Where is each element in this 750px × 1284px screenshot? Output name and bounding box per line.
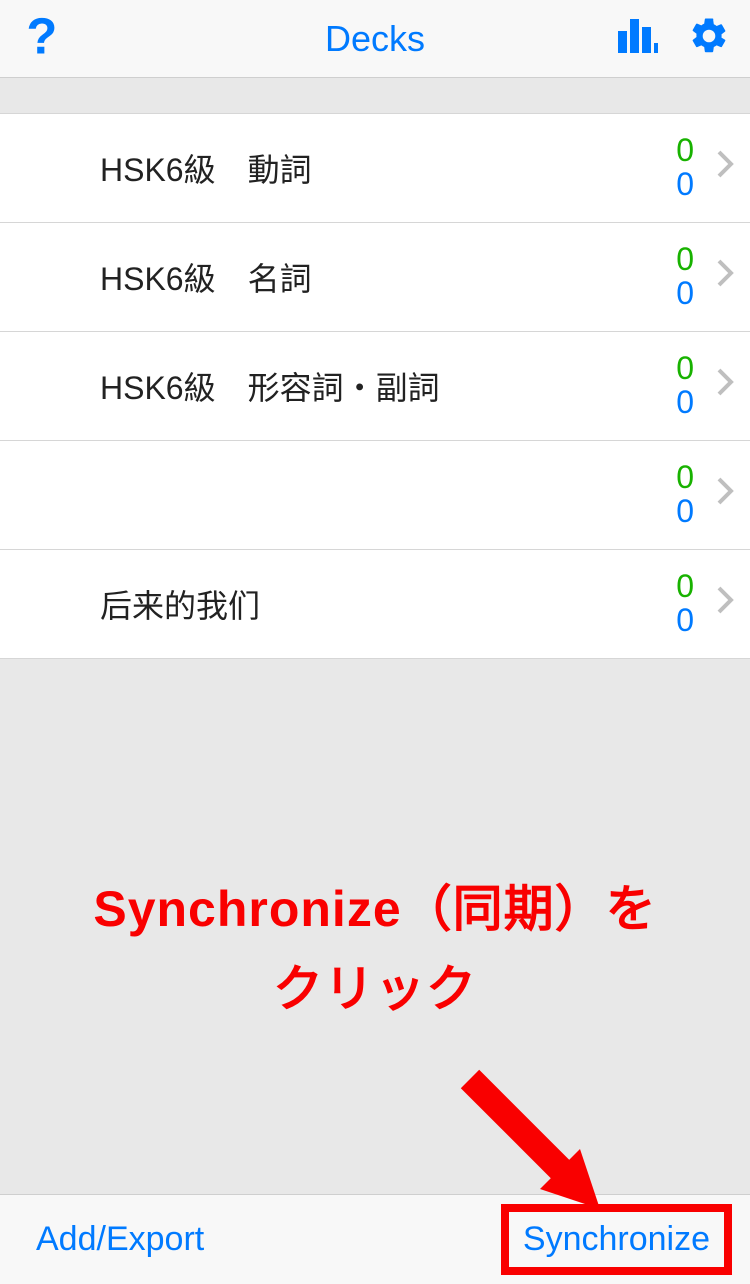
deck-name-label: HSK6級 名詞 (100, 254, 676, 300)
annotation-text: Synchronize（同期）を クリック (0, 869, 750, 1029)
gear-icon[interactable] (688, 15, 730, 62)
deck-name-label: 后来的我们 (100, 581, 676, 627)
due-count: 0 (676, 495, 694, 529)
svg-text:?: ? (26, 12, 57, 60)
deck-counts: 0 0 (676, 134, 694, 201)
list-header-spacer (0, 78, 750, 114)
deck-row[interactable]: HSK6級 名詞 0 0 (0, 223, 750, 332)
deck-name-label: HSK6級 形容詞・副詞 (100, 363, 676, 409)
annotation-arrow-icon (450, 1059, 630, 1234)
chevron-right-icon[interactable] (716, 258, 734, 297)
due-count: 0 (676, 604, 694, 638)
bottom-toolbar: Add/Export Synchronize (0, 1194, 750, 1284)
new-count: 0 (676, 352, 694, 386)
deck-name-label: HSK6級 動詞 (100, 145, 676, 191)
new-count: 0 (676, 461, 694, 495)
new-count: 0 (676, 243, 694, 277)
empty-area: Synchronize（同期）を クリック (0, 659, 750, 1194)
help-icon[interactable]: ? (20, 12, 58, 65)
deck-row[interactable]: 0 0 (0, 441, 750, 550)
deck-counts: 0 0 (676, 461, 694, 528)
deck-counts: 0 0 (676, 570, 694, 637)
deck-counts: 0 0 (676, 352, 694, 419)
deck-row[interactable]: HSK6級 動詞 0 0 (0, 114, 750, 223)
stats-icon[interactable] (616, 17, 660, 60)
due-count: 0 (676, 277, 694, 311)
page-title: Decks (325, 18, 425, 59)
chevron-right-icon[interactable] (716, 149, 734, 188)
due-count: 0 (676, 386, 694, 420)
chevron-right-icon[interactable] (716, 476, 734, 515)
chevron-right-icon[interactable] (716, 367, 734, 406)
new-count: 0 (676, 570, 694, 604)
deck-counts: 0 0 (676, 243, 694, 310)
chevron-right-icon[interactable] (716, 585, 734, 624)
header-bar: ? Decks (0, 0, 750, 78)
add-export-button[interactable]: Add/Export (36, 1220, 204, 1259)
deck-row[interactable]: 后来的我们 0 0 (0, 550, 750, 659)
deck-row[interactable]: HSK6級 形容詞・副詞 0 0 (0, 332, 750, 441)
annotation-line2: クリック (0, 949, 750, 1029)
annotation-line1: Synchronize（同期）を (0, 869, 750, 949)
due-count: 0 (676, 168, 694, 202)
new-count: 0 (676, 134, 694, 168)
